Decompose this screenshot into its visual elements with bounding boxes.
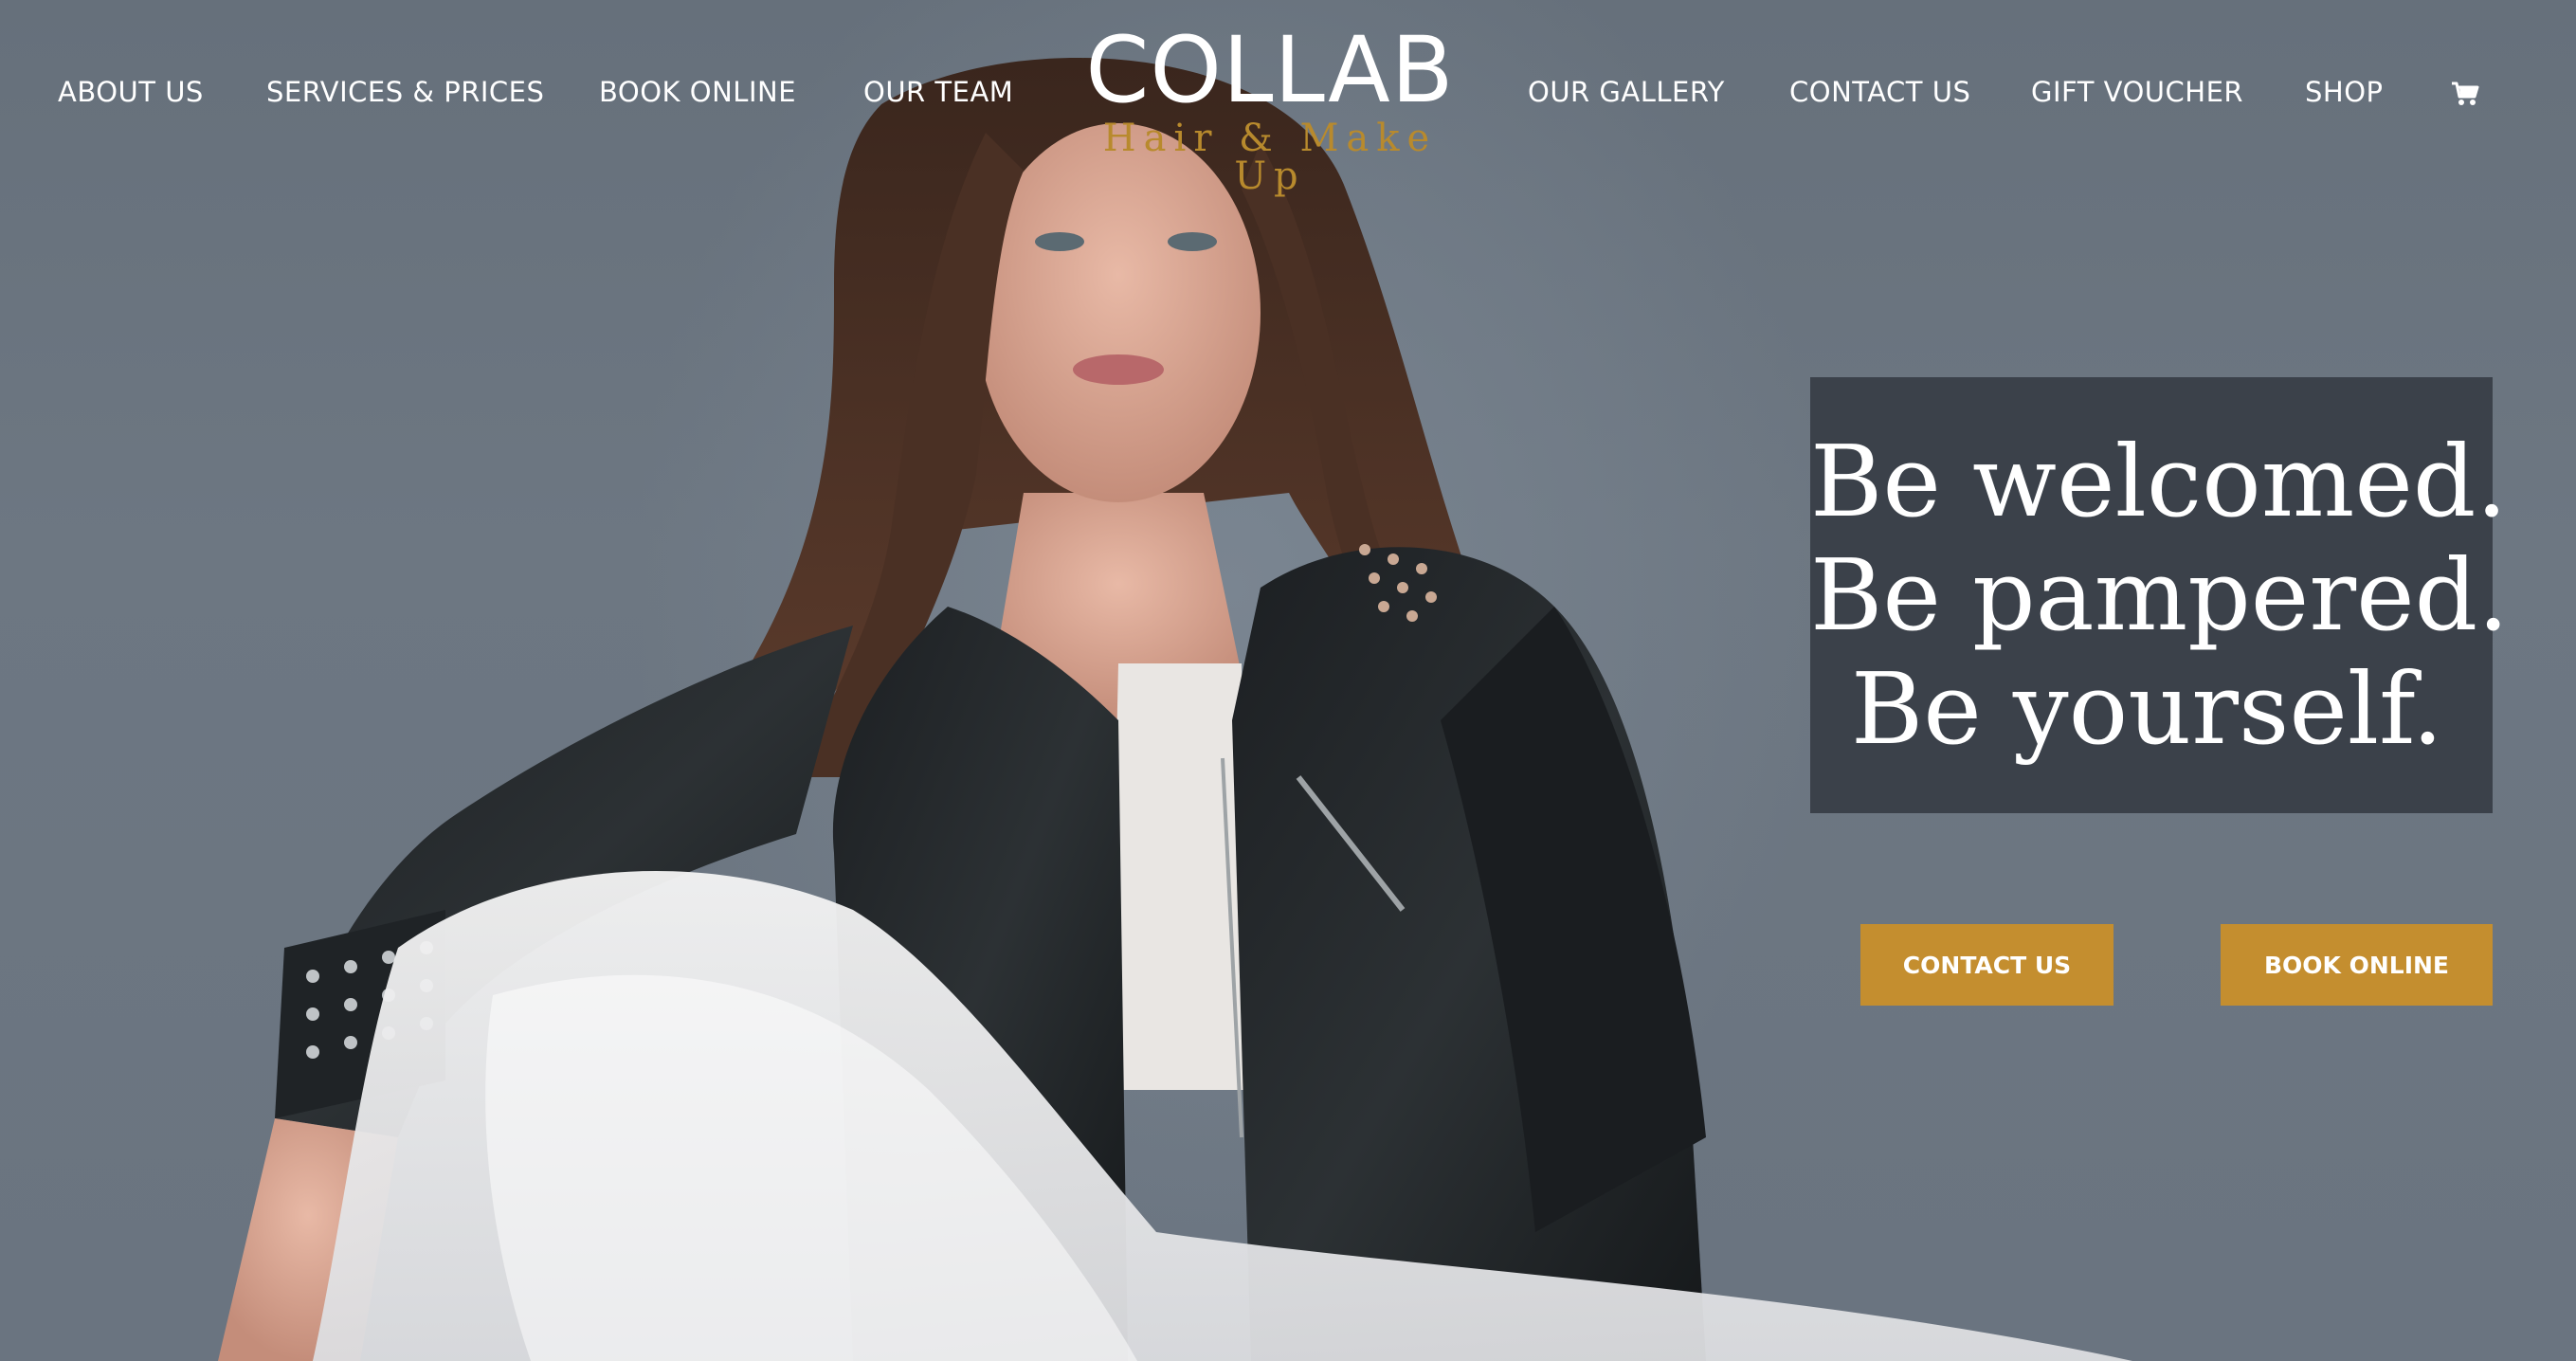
hero-section: ABOUT US SERVICES & PRICES BOOK ONLINE O…: [0, 0, 2576, 1361]
tagline-line-welcomed: Be welcomed.: [1810, 424, 2508, 539]
nav-item-contact-us[interactable]: CONTACT US: [1789, 76, 1970, 108]
nav-item-gift-voucher[interactable]: GIFT VOUCHER: [2031, 76, 2243, 108]
book-online-button[interactable]: BOOK ONLINE: [2221, 924, 2493, 1006]
logo-subtitle: Hair & Make Up: [1102, 117, 1438, 198]
main-nav: ABOUT US SERVICES & PRICES BOOK ONLINE O…: [0, 0, 2576, 195]
nav-item-our-gallery[interactable]: OUR GALLERY: [1528, 76, 1725, 108]
nav-item-book-online[interactable]: BOOK ONLINE: [599, 76, 796, 108]
shopping-cart-icon[interactable]: [2450, 80, 2480, 108]
logo-main-text: COLLAB: [1085, 17, 1455, 123]
logo[interactable]: COLLAB Hair & Make Up: [1071, 17, 1469, 195]
nav-item-shop[interactable]: SHOP: [2305, 76, 2384, 108]
nav-item-our-team[interactable]: OUR TEAM: [863, 76, 1013, 108]
tagline-line-pampered: Be pampered.: [1810, 537, 2510, 653]
nav-item-about-us[interactable]: ABOUT US: [58, 76, 204, 108]
contact-us-button[interactable]: CONTACT US: [1860, 924, 2113, 1006]
tagline-box: Be welcomed. Be pampered. Be yourself.: [1810, 377, 2510, 813]
tagline-line-yourself: Be yourself.: [1850, 651, 2443, 767]
nav-item-services-prices[interactable]: SERVICES & PRICES: [266, 76, 544, 108]
